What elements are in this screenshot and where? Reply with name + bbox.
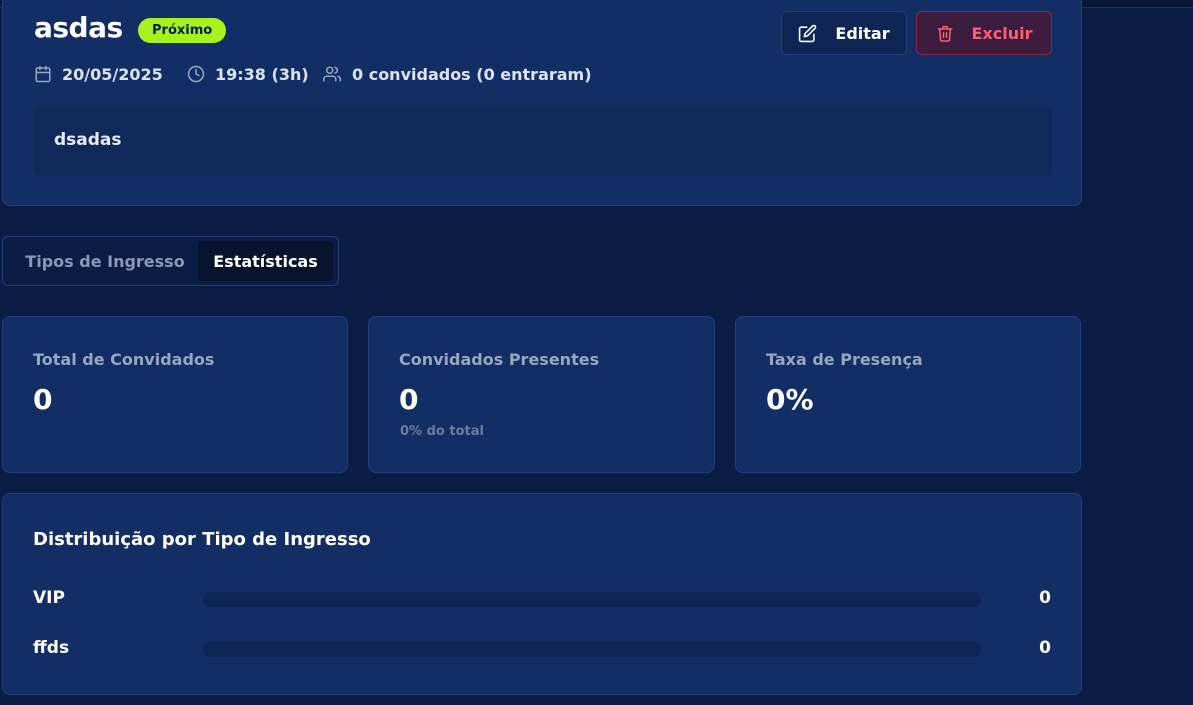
stat-label: Convidados Presentes — [399, 350, 600, 369]
status-badge: Próximo — [138, 18, 227, 43]
event-guests: 0 convidados (0 entraram) — [322, 63, 592, 85]
stat-card-total-guests: Total de Convidados 0 — [2, 316, 348, 473]
trash-icon — [937, 25, 952, 42]
edit-button-label: Editar — [835, 23, 890, 43]
tab-list: Tipos de Ingresso Estatísticas — [2, 236, 339, 286]
stat-value: 0% — [766, 383, 814, 416]
event-date-text: 20/05/2025 — [62, 64, 163, 84]
stat-value: 0 — [33, 383, 53, 416]
event-time: 19:38 (3h) — [187, 63, 309, 85]
event-date: 20/05/2025 — [34, 63, 163, 85]
delete-button-label: Excluir — [971, 23, 1033, 43]
pencil-square-icon — [799, 24, 817, 42]
event-description: dsadas — [54, 130, 122, 150]
distribution-row-count: 0 — [1039, 588, 1051, 608]
stat-label: Taxa de Presença — [766, 350, 923, 369]
tab-estatisticas[interactable]: Estatísticas — [198, 241, 333, 281]
distribution-row: VIP 0 — [3, 588, 1081, 612]
edit-button[interactable]: Editar — [781, 11, 907, 55]
distribution-title: Distribuição por Tipo de Ingresso — [33, 529, 371, 550]
event-guests-text: 0 convidados (0 entraram) — [352, 64, 592, 84]
stat-card-present-guests: Convidados Presentes 0 0% do total — [368, 316, 715, 473]
event-time-text: 19:38 (3h) — [215, 64, 309, 84]
users-icon — [323, 66, 341, 82]
ticket-distribution-card: Distribuição por Tipo de Ingresso VIP 0 … — [2, 493, 1082, 695]
distribution-progress-track — [203, 592, 981, 607]
stat-subtext: 0% do total — [400, 424, 484, 439]
distribution-row-name: ffds — [33, 638, 70, 658]
delete-button[interactable]: Excluir — [916, 11, 1052, 55]
calendar-icon — [35, 65, 51, 83]
stat-card-attendance-rate: Taxa de Presença 0% — [735, 316, 1081, 473]
stat-label: Total de Convidados — [33, 350, 215, 369]
event-title: asdas — [34, 11, 123, 44]
stat-value: 0 — [399, 383, 419, 416]
distribution-row-name: VIP — [33, 588, 65, 608]
distribution-row-count: 0 — [1039, 638, 1051, 658]
event-description-box: dsadas — [34, 106, 1052, 176]
event-card: asdas Próximo 20/05/2025 19:38 (3h) 0 co… — [2, 0, 1082, 206]
distribution-row: ffds 0 — [3, 638, 1081, 662]
clock-icon — [187, 65, 205, 83]
tab-tipos-de-ingresso[interactable]: Tipos de Ingresso — [9, 241, 201, 281]
distribution-progress-track — [203, 642, 981, 657]
